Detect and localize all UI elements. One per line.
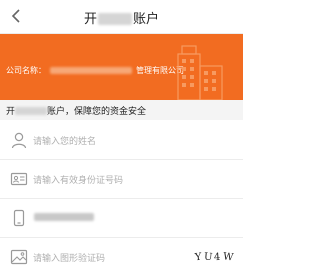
phone-field[interactable] <box>0 199 243 238</box>
captcha-char: W <box>222 251 236 264</box>
redacted-title-text <box>98 12 132 25</box>
id-number-placeholder: 请输入有效身份证号码 <box>33 176 124 186</box>
notice-suffix: 账户，保障您的资金安全 <box>47 107 147 117</box>
user-icon <box>11 132 27 149</box>
redacted-notice-text <box>15 106 48 115</box>
name-placeholder: 请输入您的姓名 <box>33 137 97 147</box>
id-card-icon <box>10 172 28 186</box>
page-title-prefix: 开 <box>83 12 97 27</box>
captcha-placeholder: 请输入图形验证码 <box>33 254 106 264</box>
image-icon <box>10 249 28 265</box>
redacted-phone-number <box>34 213 94 221</box>
page-title: 开 账户 <box>0 8 243 27</box>
company-name-line: 公司名称： 管理有限公司 <box>6 65 184 76</box>
captcha-field[interactable]: 请输入图形验证码 YU4W <box>0 238 243 276</box>
building-icon <box>177 45 223 100</box>
notice-prefix: 开 <box>6 107 16 117</box>
company-name-label: 公司名称： <box>6 66 46 75</box>
security-notice-text: 开 账户，保障您的资金安全 <box>6 104 146 117</box>
security-notice: 开 账户，保障您的资金安全 <box>0 100 243 120</box>
name-field[interactable]: 请输入您的姓名 <box>0 121 243 160</box>
company-banner: 公司名称： 管理有限公司 <box>0 34 243 100</box>
id-number-field[interactable]: 请输入有效身份证号码 <box>0 160 243 199</box>
page-title-suffix: 账户 <box>133 12 160 27</box>
captcha-image[interactable]: YU4W <box>195 251 236 264</box>
redacted-company-name <box>50 66 132 74</box>
top-nav-bar: 开 账户 <box>0 0 243 34</box>
mobile-phone-icon <box>13 209 25 227</box>
